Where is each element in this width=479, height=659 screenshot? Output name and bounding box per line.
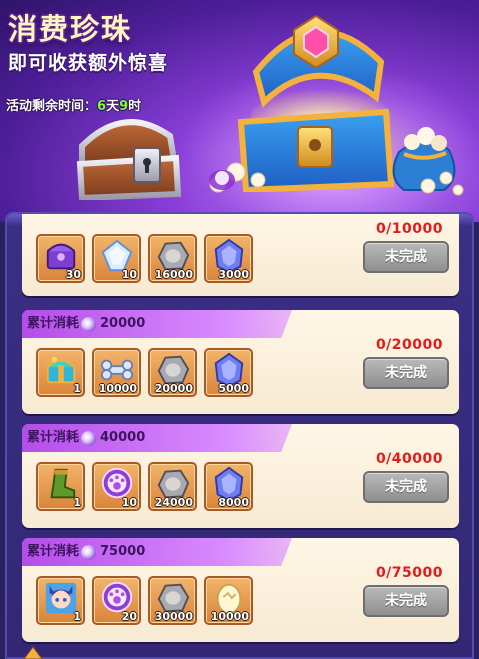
- reward-item[interactable]: 3000: [204, 234, 253, 283]
- pearl-currency-icon: [81, 430, 97, 446]
- reward-item[interactable]: 30: [36, 234, 85, 283]
- reward-item[interactable]: 1: [36, 576, 85, 625]
- task-progress: 0/40000: [375, 451, 443, 467]
- reward-item[interactable]: 30000: [148, 576, 197, 625]
- task-label-banner: 累计消耗 20000: [22, 310, 292, 338]
- reward-quantity: 3000: [218, 268, 249, 281]
- task-card: 0/10000 未完成 30 10 16000 3000: [22, 214, 459, 296]
- task-target-amount: 40000: [100, 430, 146, 445]
- reward-item[interactable]: 8000: [204, 462, 253, 511]
- event-timer: 活动剩余时间：6天9时: [6, 95, 141, 114]
- treasure-chest-small-icon: [76, 119, 182, 200]
- timer-days: 6: [97, 99, 107, 114]
- pearls-decoration: [209, 162, 464, 196]
- reward-quantity: 30000: [154, 610, 193, 623]
- timer-hours: 9: [119, 99, 129, 114]
- reward-quantity: 10: [121, 268, 137, 281]
- timer-prefix: 活动剩余时间：: [6, 99, 98, 114]
- reward-quantity: 30: [65, 268, 81, 281]
- task-status-button[interactable]: 未完成: [363, 585, 449, 617]
- task-card: 累计消耗 40000 0/40000 未完成 1 10 24000 8000: [22, 424, 459, 528]
- pearl-currency-icon: [81, 544, 97, 560]
- reward-quantity: 16000: [154, 268, 193, 281]
- task-progress: 0/10000: [375, 221, 443, 237]
- timer-hours-unit: 时: [128, 99, 142, 114]
- task-status-button[interactable]: 未完成: [363, 471, 449, 503]
- reward-quantity: 1: [73, 496, 81, 509]
- reward-quantity: 1: [73, 610, 81, 623]
- reward-list: 1 10000 20000 5000: [36, 348, 253, 397]
- reward-list: 30 10 16000 3000: [36, 234, 253, 283]
- task-progress: 0/20000: [375, 337, 443, 353]
- reward-item[interactable]: 5000: [204, 348, 253, 397]
- reward-quantity: 5000: [218, 382, 249, 395]
- task-status-button[interactable]: 未完成: [363, 241, 449, 273]
- task-card: 累计消耗 20000 0/20000 未完成 1 10000 20000 5000: [22, 310, 459, 414]
- reward-quantity: 10000: [210, 610, 249, 623]
- task-label-banner: 累计消耗 75000: [22, 538, 292, 566]
- reward-quantity: 10000: [98, 382, 137, 395]
- reward-quantity: 24000: [154, 496, 193, 509]
- task-label-text: 累计消耗: [27, 316, 80, 331]
- event-banner: 消费珍珠 即可收获额外惊喜 活动剩余时间：6天9时: [0, 0, 479, 222]
- task-card: 累计消耗 75000 0/75000 未完成 1 20 30000 10000: [22, 538, 459, 642]
- reward-quantity: 1: [73, 382, 81, 395]
- task-label-text: 累计消耗: [27, 544, 80, 559]
- reward-item[interactable]: 20000: [148, 348, 197, 397]
- reward-item[interactable]: 20: [92, 576, 141, 625]
- reward-item[interactable]: 1: [36, 462, 85, 511]
- reward-quantity: 10: [121, 496, 137, 509]
- reward-list: 1 10 24000 8000: [36, 462, 253, 511]
- task-label-banner: 累计消耗 40000: [22, 424, 292, 452]
- reward-item[interactable]: 10: [92, 462, 141, 511]
- reward-item[interactable]: 1: [36, 348, 85, 397]
- task-progress: 0/75000: [375, 565, 443, 581]
- reward-quantity: 20: [121, 610, 137, 623]
- reward-item[interactable]: 10: [92, 234, 141, 283]
- scroll-hint-icon: [23, 646, 43, 659]
- event-subtitle: 即可收获额外惊喜: [8, 52, 169, 74]
- timer-days-unit: 天: [106, 99, 120, 114]
- task-status-button[interactable]: 未完成: [363, 357, 449, 389]
- reward-quantity: 20000: [154, 382, 193, 395]
- task-list-panel[interactable]: 0/10000 未完成 30 10 16000 3000 累计消耗 20000 0…: [5, 212, 474, 659]
- reward-quantity: 8000: [218, 496, 249, 509]
- task-target-amount: 20000: [100, 316, 146, 331]
- reward-item[interactable]: 24000: [148, 462, 197, 511]
- event-title: 消费珍珠: [8, 12, 133, 46]
- reward-item[interactable]: 16000: [148, 234, 197, 283]
- reward-item[interactable]: 10000: [92, 348, 141, 397]
- reward-item[interactable]: 10000: [204, 576, 253, 625]
- task-target-amount: 75000: [100, 544, 146, 559]
- reward-list: 1 20 30000 10000: [36, 576, 253, 625]
- pearl-currency-icon: [81, 316, 97, 332]
- task-label-text: 累计消耗: [27, 430, 80, 445]
